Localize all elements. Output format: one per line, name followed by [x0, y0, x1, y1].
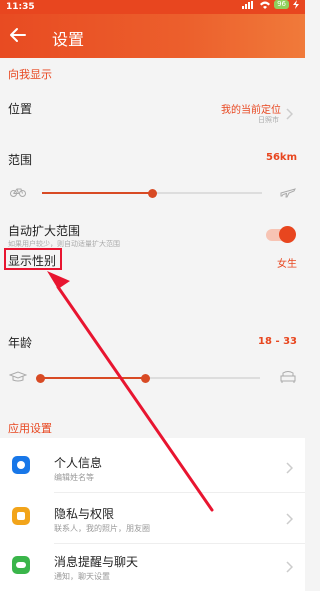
annotation-arrow [47, 271, 214, 512]
